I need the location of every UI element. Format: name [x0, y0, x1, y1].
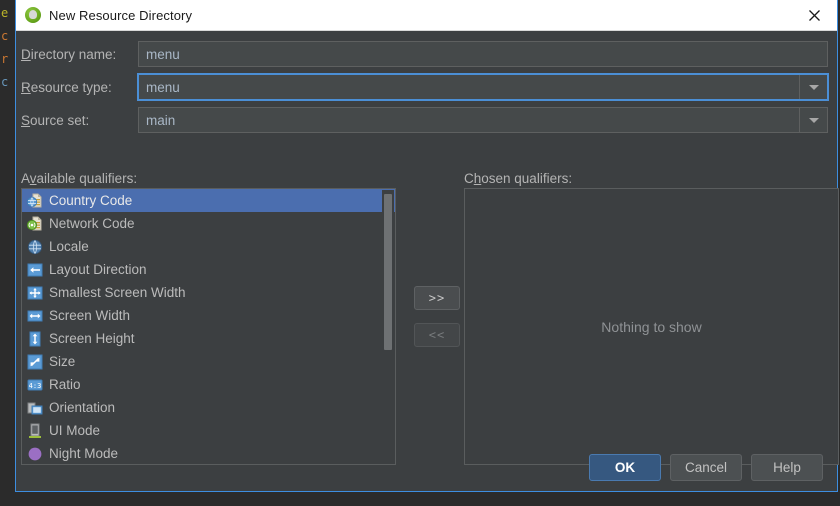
editor-char-0: e	[1, 6, 9, 20]
chosen-qualifiers-list[interactable]: Nothing to show	[464, 188, 839, 465]
field-row-directory-name: Directory name: menu	[16, 41, 837, 67]
directory-name-input[interactable]: menu	[138, 41, 828, 67]
list-item-label: Ratio	[49, 377, 81, 392]
list-item-label: Smallest Screen Width	[49, 285, 186, 300]
list-item[interactable]: Layout Direction	[22, 258, 395, 281]
list-item[interactable]: Smallest Screen Width	[22, 281, 395, 304]
list-item[interactable]: Locale	[22, 235, 395, 258]
source-set-label: Source set:	[21, 112, 90, 128]
svg-text:4:3: 4:3	[29, 382, 42, 390]
country-code-icon	[27, 193, 43, 209]
list-item-label: Screen Height	[49, 331, 135, 346]
dialog-title: New Resource Directory	[49, 7, 193, 23]
field-row-source-set: Source set: main	[16, 107, 837, 133]
dialog-titlebar: New Resource Directory	[16, 0, 837, 31]
resource-type-combobox[interactable]: menu	[138, 74, 828, 100]
chevron-down-icon[interactable]	[799, 108, 827, 132]
list-item[interactable]: Country Code	[22, 189, 395, 212]
list-item-label: Locale	[49, 239, 89, 254]
ratio-icon: 4:3	[27, 377, 43, 393]
editor-code-gutter: ecrc	[0, 0, 14, 94]
resource-type-value: menu	[146, 79, 180, 95]
network-code-icon	[27, 216, 43, 232]
list-item-label: Network Code	[49, 216, 135, 231]
list-item[interactable]: UI Mode	[22, 419, 395, 442]
scrollbar-thumb[interactable]	[384, 194, 392, 350]
size-icon	[27, 354, 43, 370]
dialog-footer: OK Cancel Help	[16, 453, 837, 481]
help-button[interactable]: Help	[751, 453, 823, 481]
smallest-screen-width-icon	[27, 285, 43, 301]
chosen-empty-message: Nothing to show	[601, 318, 702, 335]
android-studio-icon	[25, 7, 41, 23]
available-qualifiers-label: Available qualifiers:	[21, 171, 138, 186]
source-set-combobox[interactable]: main	[138, 107, 828, 133]
editor-char-1: c	[1, 29, 9, 43]
screen-width-icon	[27, 308, 43, 324]
chosen-qualifiers-label: Chosen qualifiers:	[464, 171, 573, 186]
list-item[interactable]: 4:3 Ratio	[22, 373, 395, 396]
list-item-label: UI Mode	[49, 423, 101, 438]
list-item[interactable]: Screen Height	[22, 327, 395, 350]
editor-char-3: c	[1, 75, 9, 89]
source-set-value: main	[146, 112, 176, 128]
new-resource-directory-dialog: New Resource Directory Directory name: m…	[15, 0, 839, 492]
ok-button[interactable]: OK	[588, 453, 661, 481]
list-item-label: Orientation	[49, 400, 116, 415]
field-row-resource-type: Resource type: menu	[16, 74, 837, 100]
directory-name-label: Directory name:	[21, 46, 117, 62]
layout-direction-icon	[27, 262, 43, 278]
chevron-down-icon[interactable]	[799, 75, 827, 99]
orientation-icon	[27, 400, 43, 416]
screen-height-icon	[27, 331, 43, 347]
add-qualifier-button[interactable]: >>	[414, 286, 460, 310]
remove-qualifier-button[interactable]: <<	[414, 323, 460, 347]
cancel-button[interactable]: Cancel	[669, 453, 742, 481]
list-item-label: Layout Direction	[49, 262, 147, 277]
resource-type-label: Resource type:	[21, 79, 112, 95]
list-item[interactable]: Size	[22, 350, 395, 373]
list-item-label: Screen Width	[49, 308, 131, 323]
close-icon[interactable]	[791, 0, 837, 31]
list-item[interactable]: Network Code	[22, 212, 395, 235]
directory-name-value: menu	[146, 46, 180, 62]
list-item-label: Country Code	[49, 193, 133, 208]
available-list-scrollbar[interactable]	[382, 190, 394, 464]
ui-mode-icon	[27, 423, 43, 439]
list-item[interactable]: Screen Width	[22, 304, 395, 327]
transfer-button-group: >> <<	[414, 286, 460, 360]
locale-globe-icon	[27, 239, 43, 255]
editor-char-2: r	[1, 52, 9, 66]
dialog-body: Directory name: menu Resource type: menu…	[16, 31, 839, 491]
available-qualifiers-list[interactable]: Country Code Network Code Locale Layout Dir…	[21, 188, 396, 465]
list-item[interactable]: Orientation	[22, 396, 395, 419]
list-item-label: Size	[49, 354, 76, 369]
